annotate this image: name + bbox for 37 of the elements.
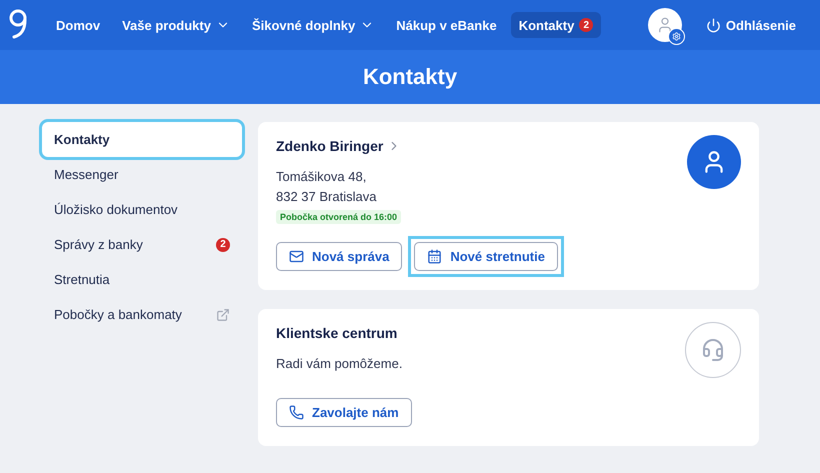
nav-tab[interactable]: Šikovné doplnky — [244, 12, 382, 38]
address-line: Tomášikova 48, — [276, 168, 368, 186]
address-line: 832 37 Bratislava — [276, 188, 378, 206]
card-title: Klientske centrum — [276, 325, 398, 341]
sidebar-item-label: Pobočky a bankomaty — [54, 307, 183, 322]
count-badge: 2 — [579, 18, 594, 32]
calendar-icon — [427, 249, 442, 264]
action-button[interactable]: Nová správa — [276, 242, 402, 271]
user-avatar[interactable] — [648, 8, 682, 42]
page-title: Kontakty — [362, 64, 458, 90]
card-text: Radi vám pomôžeme. — [276, 355, 404, 373]
headset-icon — [701, 338, 725, 362]
nav-tab[interactable]: Nákup v eBanke — [388, 12, 505, 38]
phone-icon — [289, 405, 304, 420]
sidebar-item[interactable]: Kontakty — [42, 122, 242, 157]
logout-button[interactable]: Odhlásenie — [698, 12, 804, 38]
sidebar-item[interactable]: Správy z banky 2 — [42, 227, 242, 262]
sidebar-item-label: Messenger — [54, 167, 120, 182]
sidebar-item-label: Správy z banky — [54, 237, 144, 252]
card-title[interactable]: Zdenko Biringer — [276, 138, 558, 154]
sidebar-item[interactable]: Messenger — [42, 157, 242, 192]
sidebar-item[interactable]: Stretnutia — [42, 262, 242, 297]
sidebar-item-label: Úložisko dokumentov — [54, 202, 179, 217]
sidebar-item[interactable]: Pobočky a bankomaty — [42, 297, 242, 332]
nav-tab[interactable]: Kontakty 2 — [510, 12, 602, 38]
nav-tab[interactable]: Vaše produkty — [114, 12, 238, 38]
nav-tab[interactable]: Domov — [48, 12, 108, 38]
power-icon — [706, 18, 721, 32]
action-button[interactable]: Nové stretnutie — [414, 242, 558, 271]
opening-status: Pobočka otvorená do 16:00 — [276, 210, 402, 224]
count-badge: 2 — [216, 238, 230, 252]
mail-icon — [289, 249, 304, 264]
settings-icon — [668, 28, 685, 45]
sidebar-item[interactable]: Úložisko dokumentov — [42, 192, 242, 227]
action-button[interactable]: Zavolajte nám — [276, 398, 412, 427]
sidebar-item-label: Kontakty — [54, 132, 111, 147]
sidebar-item-label: Stretnutia — [54, 272, 111, 287]
